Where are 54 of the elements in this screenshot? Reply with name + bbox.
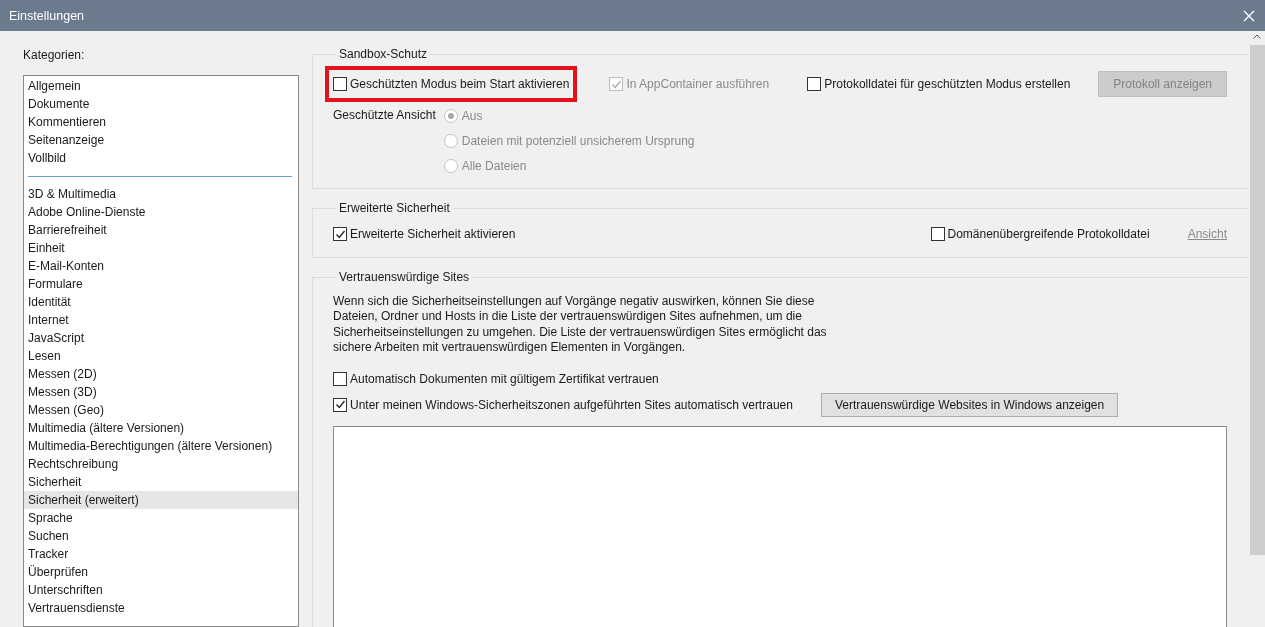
category-item[interactable]: Überprüfen [24,563,298,581]
scroll-up-icon[interactable] [1253,34,1261,39]
category-item[interactable]: E-Mail-Konten [24,257,298,275]
checkbox[interactable] [930,227,945,241]
checkbox[interactable] [333,227,347,241]
checkbox-option[interactable]: Geschützten Modus beim Start aktivieren [333,74,570,94]
category-item[interactable]: Barrierefreiheit [24,221,298,239]
category-item[interactable]: Einheit [24,239,298,257]
category-item[interactable]: Multimedia (ältere Versionen) [24,419,298,437]
group-title: Erweiterte Sicherheit [338,201,451,215]
checkbox[interactable] [333,77,347,91]
category-item[interactable]: Vollbild [24,149,298,167]
category-item[interactable]: Sprache [24,509,298,527]
close-icon[interactable] [1243,9,1255,22]
checkbox[interactable] [333,397,347,412]
category-item[interactable]: Sicherheit (erweitert) [24,491,298,509]
protected-view-label: Geschützte Ansicht [333,107,436,124]
category-item[interactable]: Allgemein [24,77,298,95]
window-title: Einstellungen [9,8,85,23]
description-text: Wenn sich die Sicherheitseinstellungen auf Vorgänge negativ auswirken, können Sie diese Dateien, Ordner und Hosts in die Liste der vertrauenswürdigen Sites aufnehmen, um die Sicherheitseinstellungen zu umgehen. Die Liste der vertrauenswürdigen Sites ermöglicht das sichere Arbeiten mit vertrauenswürdigen Elementen in Vorgängen. [333,294,828,356]
action-button[interactable]: Vertrauenswürdige Websites in Windows anzeigen [820,392,1119,417]
checkbox-option[interactable]: Domänenübergreifende Protokolldatei [930,223,1150,245]
category-item[interactable]: JavaScript [24,329,298,347]
category-item[interactable]: Multimedia-Berechtigungen (ältere Versionen) [24,437,298,455]
category-item[interactable]: Kommentieren [24,113,298,131]
checkbox[interactable] [807,77,822,91]
category-item[interactable]: Messen (3D) [24,383,298,401]
category-item[interactable]: Formulare [24,275,298,293]
checkbox[interactable] [333,371,347,386]
checkbox-option[interactable]: Protokolldatei für geschützten Modus erstellen [807,73,1071,95]
category-item[interactable]: Internet [24,311,298,329]
radio-label: Aus [461,108,483,123]
category-item[interactable]: Sicherheit [24,473,298,491]
group-title: Vertrauenswürdige Sites [338,270,471,284]
category-item[interactable]: Seitenanzeige [24,131,298,149]
category-item[interactable]: Identität [24,293,298,311]
category-item[interactable]: Messen (2D) [24,365,298,383]
category-item[interactable]: Messen (Geo) [24,401,298,419]
category-item[interactable]: Lesen [24,347,298,365]
category-item[interactable]: 3D & Multimedia [24,185,298,203]
checkbox-option[interactable]: Automatisch Dokumenten mit gültigem Zertifikat vertrauen [333,367,659,390]
radio-label: Alle Dateien [461,158,527,173]
category-item[interactable]: Vertrauensdienste [24,599,298,617]
category-item[interactable]: Suchen [24,527,298,545]
checkbox-option[interactable]: Erweiterte Sicherheit aktivieren [333,223,516,245]
categories-label: Kategorien: [23,48,86,62]
category-item[interactable]: Adobe Online-Dienste [24,203,298,221]
category-item[interactable]: Tracker [24,545,298,563]
category-item[interactable]: Rechtschreibung [24,455,298,473]
category-item[interactable]: Unterschriften [24,581,298,599]
category-item[interactable]: Dokumente [24,95,298,113]
radio-label: Dateien mit potenziell unsicherem Ursprung [461,133,695,148]
checkbox-option[interactable]: Unter meinen Windows-Sicherheitszonen aufgeführten Sites automatisch vertrauen [333,393,793,416]
group-title: Sandbox-Schutz [338,47,429,61]
